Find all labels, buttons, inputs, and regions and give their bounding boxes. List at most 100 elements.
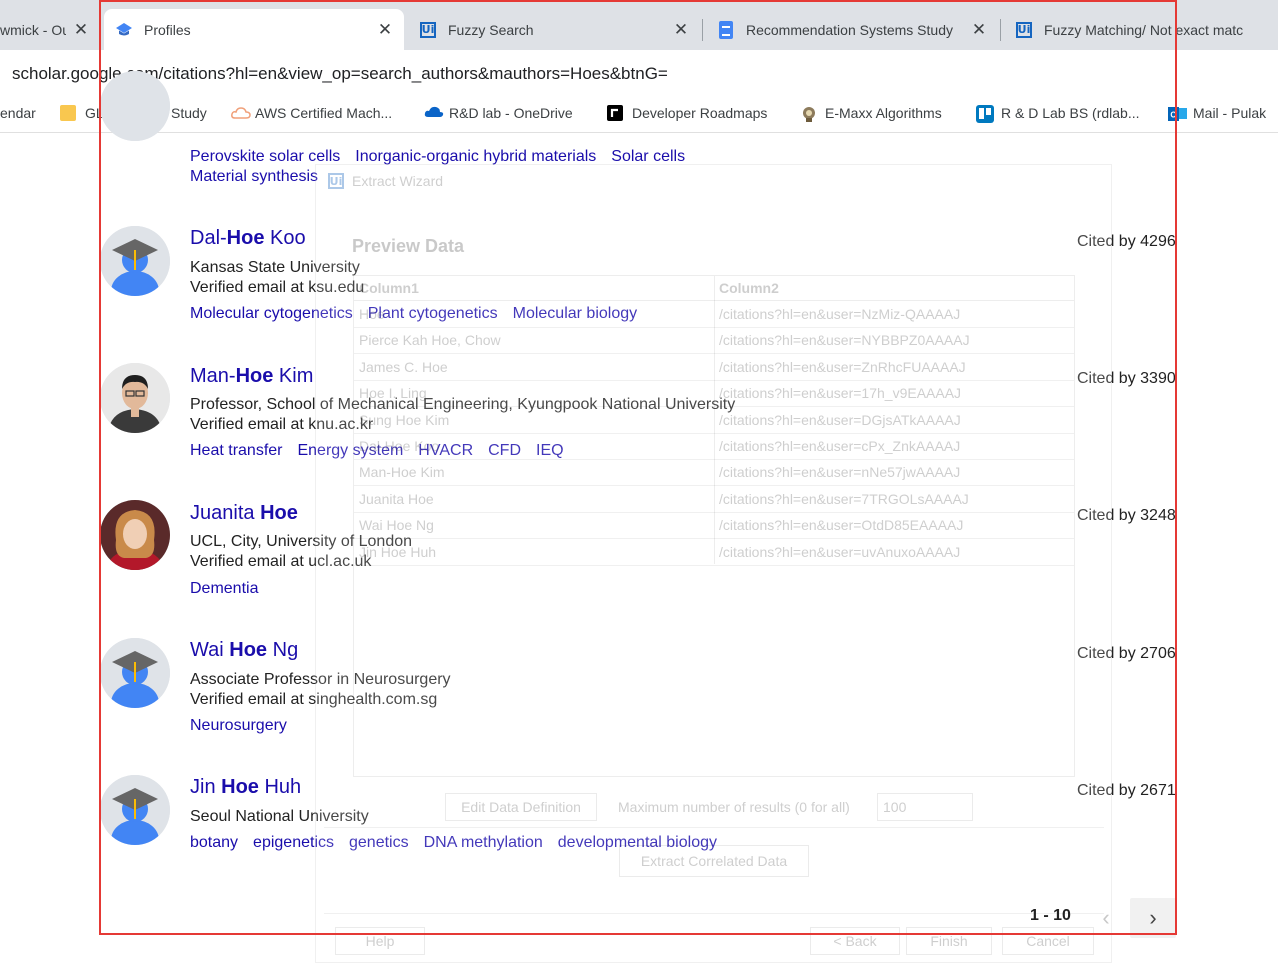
bookmark-aws[interactable]: AWS Certified Mach...	[230, 105, 392, 121]
interest-link[interactable]: Inorganic-organic hybrid materials	[355, 148, 596, 165]
close-icon[interactable]: ✕	[672, 20, 690, 40]
default-avatar-icon	[100, 638, 170, 708]
interest-link[interactable]: Solar cells	[611, 148, 685, 165]
close-icon[interactable]: ✕	[970, 20, 988, 40]
tab-separator	[1000, 19, 1001, 41]
address-bar[interactable]: scholar.google.com/citations?hl=en&view_…	[0, 50, 1278, 96]
wizard-title: Extract Wizard	[352, 173, 444, 189]
extract-correlated-data-button[interactable]: Extract Correlated Data	[619, 845, 809, 877]
bookmark-label: AWS Certified Mach...	[255, 105, 393, 121]
tab-separator	[702, 19, 703, 41]
table-row: Juanita Hoe/citations?hl=en&user=7TRGOLs…	[354, 486, 1074, 513]
table-row: Man-Hoe Kim/citations?hl=en&user=nNe57jw…	[354, 459, 1074, 486]
bookmark-calendar[interactable]: endar	[0, 105, 36, 121]
avatar[interactable]	[100, 775, 170, 845]
tab-title: wmick - Ou	[0, 21, 66, 38]
interest-link[interactable]: Heat transfer	[190, 442, 282, 459]
interest-link[interactable]: botany	[190, 834, 238, 851]
profile-name-link[interactable]: Man-Hoe Kim	[190, 365, 313, 388]
bookmark-emaxx[interactable]: E-Maxx Algorithms	[800, 105, 942, 122]
interest-link[interactable]: Material synthesis	[190, 168, 318, 185]
uipath-icon: Ui	[420, 21, 436, 38]
tab-recommendation-systems[interactable]: Recommendation Systems Study ✕	[706, 9, 998, 50]
close-icon[interactable]: ✕	[72, 20, 90, 40]
finish-button[interactable]: Finish	[906, 927, 992, 955]
table-row: Pierce Kah Hoe, Chow/citations?hl=en&use…	[354, 327, 1074, 354]
bookmark-trello[interactable]: R & D Lab BS (rdlab...	[976, 105, 1140, 123]
tab-profiles[interactable]: Profiles ✕	[104, 9, 404, 50]
interests-list: Dementia	[190, 580, 273, 598]
scholar-cap-icon	[114, 20, 134, 40]
avatar[interactable]	[100, 363, 170, 433]
bookmarks-bar: endar GLPG Study AWS Certified Mach... R…	[0, 96, 1278, 133]
tab-title: Recommendation Systems Study	[746, 21, 953, 38]
bookmark-mail[interactable]: O Mail - Pulak	[1168, 105, 1266, 121]
tab-fuzzy-matching[interactable]: Ui Fuzzy Matching/ Not exact matc	[1004, 9, 1278, 50]
interests-list: Material synthesis	[190, 168, 333, 186]
outlook-icon: O	[1168, 105, 1187, 121]
uipath-icon: Ui	[328, 173, 344, 189]
tab-title: Fuzzy Matching/ Not exact matc	[1044, 21, 1244, 38]
uipath-icon: Ui	[1016, 21, 1032, 38]
default-avatar-icon	[100, 226, 170, 296]
bookmark-label: E-Maxx Algorithms	[825, 105, 942, 121]
help-button[interactable]: Help	[335, 927, 425, 955]
avatar[interactable]	[100, 226, 170, 296]
tab-title: Profiles	[144, 21, 191, 38]
cancel-button[interactable]: Cancel	[1002, 927, 1094, 955]
folder-icon	[60, 105, 76, 121]
extract-wizard-dialog: Ui Extract Wizard Preview Data Column1 C…	[315, 164, 1112, 963]
interest-link[interactable]: Neurosurgery	[190, 717, 287, 734]
table-row: Jin Hoe Huh/citations?hl=en&user=uvAnuxo…	[354, 539, 1074, 566]
table-row: Hoe/citations?hl=en&user=NzMiz-QAAAAJ	[354, 301, 1074, 328]
avatar[interactable]	[100, 638, 170, 708]
interest-link[interactable]: Perovskite solar cells	[190, 148, 340, 165]
table-row: Dal-Hoe Koo/citations?hl=en&user=cPx_Znk…	[354, 433, 1074, 460]
table-row: Sung Hoe Kim/citations?hl=en&user=DGjsAT…	[354, 407, 1074, 434]
column-header: Column2	[719, 280, 779, 296]
bookmark-label: Study	[171, 105, 207, 121]
back-button[interactable]: < Back	[810, 927, 900, 955]
edit-data-definition-button[interactable]: Edit Data Definition	[445, 793, 597, 821]
roadmap-icon	[607, 105, 623, 121]
avatar[interactable]	[100, 71, 170, 141]
preview-data-table: Column1 Column2 Hoe/citations?hl=en&user…	[353, 275, 1075, 777]
table-header: Column1 Column2	[354, 276, 1074, 301]
onedrive-icon	[424, 105, 444, 121]
bookmark-label: R & D Lab BS (rdlab...	[1001, 105, 1140, 121]
wizard-titlebar: Ui Extract Wizard	[328, 173, 443, 189]
bookmark-label: R&D lab - OneDrive	[449, 105, 573, 121]
profile-name-link[interactable]: Juanita Hoe	[190, 502, 298, 525]
divider	[324, 913, 1104, 914]
profile-name-link[interactable]: Jin Hoe Huh	[190, 776, 301, 799]
trello-icon	[976, 105, 994, 123]
default-avatar-icon	[100, 775, 170, 845]
table-row: James C. Hoe/citations?hl=en&user=ZnRhcF…	[354, 354, 1074, 381]
max-results-label: Maximum number of results (0 for all)	[618, 799, 850, 815]
avatar[interactable]	[100, 500, 170, 570]
profile-photo-icon	[100, 363, 170, 433]
chevron-right-icon[interactable]: ›	[1130, 898, 1176, 938]
interest-link[interactable]: Dementia	[190, 580, 258, 597]
browser-tab-strip: wmick - Ou ✕ Profiles ✕ Ui Fuzzy Search …	[0, 0, 1278, 50]
table-row: Wai Hoe Ng/citations?hl=en&user=OtdD85EA…	[354, 512, 1074, 539]
google-docs-icon	[716, 20, 736, 40]
divider	[324, 827, 1104, 828]
interests-list: Neurosurgery	[190, 717, 302, 735]
tab-outlook-partial[interactable]: wmick - Ou ✕	[0, 9, 100, 50]
chevron-left-icon[interactable]: ‹	[1083, 898, 1129, 938]
profile-name-link[interactable]: Wai Hoe Ng	[190, 639, 298, 662]
tab-fuzzy-search[interactable]: Ui Fuzzy Search ✕	[408, 9, 700, 50]
profile-photo-icon	[100, 500, 170, 570]
bookmark-label: Mail - Pulak	[1193, 105, 1267, 121]
bookmark-label: Developer Roadmaps	[632, 105, 768, 121]
table-row: Hoe I. Ling/citations?hl=en&user=17h_v9E…	[354, 380, 1074, 407]
emaxx-icon	[800, 105, 816, 122]
close-icon[interactable]: ✕	[376, 20, 394, 40]
svg-text:O: O	[1170, 111, 1176, 120]
bookmark-developer-roadmaps[interactable]: Developer Roadmaps	[607, 105, 767, 121]
profile-name-link[interactable]: Dal-Hoe Koo	[190, 227, 306, 250]
bookmark-onedrive[interactable]: R&D lab - OneDrive	[424, 105, 573, 121]
aws-cloud-icon	[230, 105, 251, 121]
max-results-input[interactable]: 100	[877, 793, 973, 821]
